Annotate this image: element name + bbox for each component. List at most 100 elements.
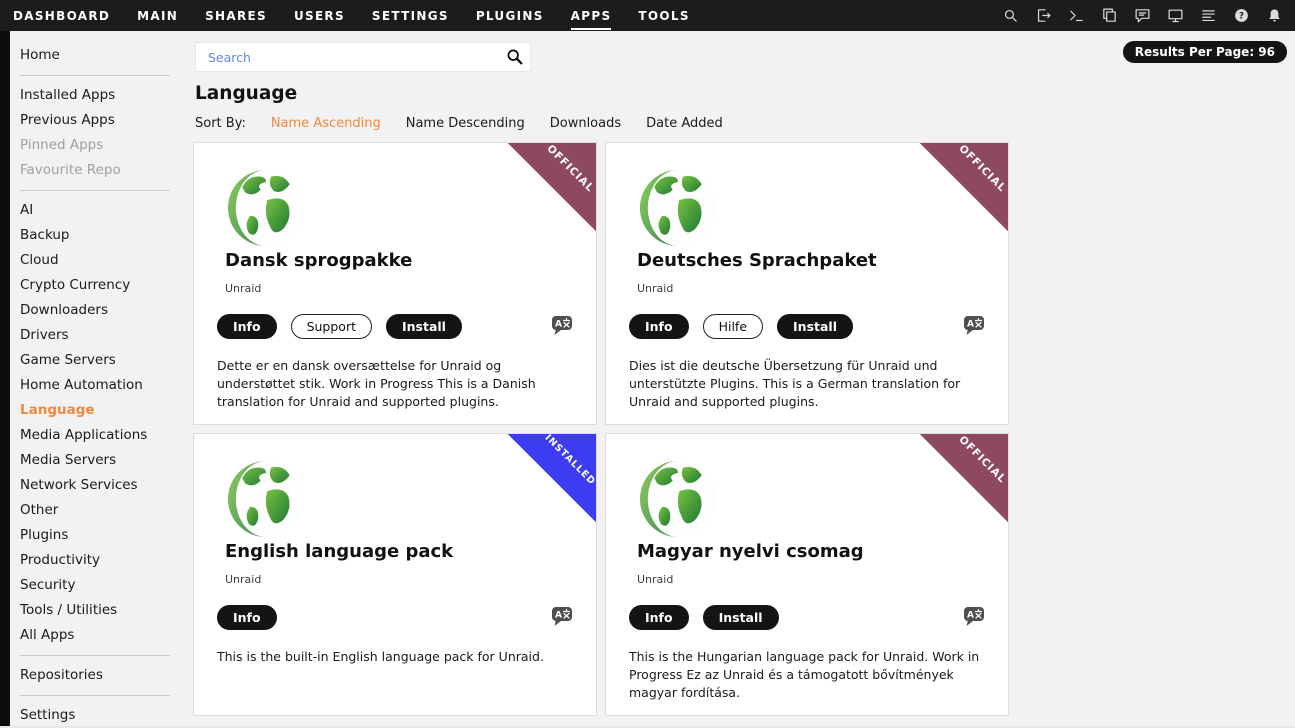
translate-icon[interactable]: A xyxy=(962,604,986,628)
sort-bar: Sort By: Name Ascending Name Descending … xyxy=(195,116,723,131)
nav-menu: DASHBOARD MAIN SHARES USERS SETTINGS PLU… xyxy=(0,1,690,30)
feedback-icon[interactable] xyxy=(1132,5,1153,26)
app-title: English language pack xyxy=(225,541,453,562)
info-button[interactable]: Info xyxy=(217,314,277,339)
info-button[interactable]: Info xyxy=(629,605,689,630)
sidebar-item-home[interactable]: Home xyxy=(10,43,193,68)
sidebar-item-all-apps[interactable]: All Apps xyxy=(10,623,193,648)
svg-text:?: ? xyxy=(1239,11,1244,21)
sidebar-item-home-automation[interactable]: Home Automation xyxy=(10,373,193,398)
terminal-icon[interactable] xyxy=(1066,5,1087,26)
left-edge-strip xyxy=(0,31,10,726)
app-title: Magyar nyelvi csomag xyxy=(637,541,864,562)
svg-text:A: A xyxy=(967,320,974,330)
installed-ribbon: INSTALLED xyxy=(507,433,597,523)
install-button[interactable]: Install xyxy=(703,605,779,630)
app-title: Dansk sprogpakke xyxy=(225,250,412,271)
nav-item-dashboard[interactable]: DASHBOARD xyxy=(13,1,110,30)
translate-icon[interactable]: A xyxy=(962,313,986,337)
app-card-deutsch[interactable]: OFFICIAL Deutsches Sprachpaket Unraid In… xyxy=(605,142,1009,425)
app-card-dansk[interactable]: OFFICIAL Dansk sprogpakke Unraid Info Su… xyxy=(193,142,597,425)
globe-icon xyxy=(224,457,308,541)
support-button[interactable]: Hilfe xyxy=(703,314,763,339)
search-icon[interactable] xyxy=(1000,5,1021,26)
notifications-icon[interactable] xyxy=(1264,5,1285,26)
page-title: Language xyxy=(195,83,297,104)
app-actions: Info Install xyxy=(629,605,779,630)
sidebar-item-network-services[interactable]: Network Services xyxy=(10,473,193,498)
nav-item-shares[interactable]: SHARES xyxy=(205,1,267,30)
official-ribbon: OFFICIAL xyxy=(919,433,1009,523)
sort-by-label: Sort By: xyxy=(195,116,246,131)
app-card-magyar[interactable]: OFFICIAL Magyar nyelvi csomag Unraid Inf… xyxy=(605,433,1009,716)
app-description: This is the Hungarian language pack for … xyxy=(629,648,991,702)
nav-item-users[interactable]: USERS xyxy=(294,1,345,30)
svg-text:A: A xyxy=(555,320,562,330)
install-button[interactable]: Install xyxy=(777,314,853,339)
nav-item-main[interactable]: MAIN xyxy=(137,1,178,30)
app-author: Unraid xyxy=(637,282,673,295)
sidebar-item-previous-apps[interactable]: Previous Apps xyxy=(10,108,193,133)
top-navigation: DASHBOARD MAIN SHARES USERS SETTINGS PLU… xyxy=(0,0,1295,31)
copy-icon[interactable] xyxy=(1099,5,1120,26)
info-button[interactable]: Info xyxy=(629,314,689,339)
search-input[interactable] xyxy=(196,50,500,65)
globe-icon xyxy=(636,166,720,250)
sidebar-item-other[interactable]: Other xyxy=(10,498,193,523)
svg-text:A: A xyxy=(967,611,974,621)
nav-item-plugins[interactable]: PLUGINS xyxy=(476,1,544,30)
support-button[interactable]: Support xyxy=(291,314,372,339)
sort-name-descending[interactable]: Name Descending xyxy=(406,116,525,131)
category-sidebar: Home Installed Apps Previous Apps Pinned… xyxy=(10,31,193,726)
sidebar-item-backup[interactable]: Backup xyxy=(10,223,193,248)
sidebar-item-crypto-currency[interactable]: Crypto Currency xyxy=(10,273,193,298)
results-per-page-badge[interactable]: Results Per Page: 96 xyxy=(1123,41,1287,63)
sidebar-item-media-applications[interactable]: Media Applications xyxy=(10,423,193,448)
app-author: Unraid xyxy=(637,573,673,586)
sort-date-added[interactable]: Date Added xyxy=(646,116,723,131)
sidebar-item-repositories[interactable]: Repositories xyxy=(10,663,193,688)
sidebar-divider xyxy=(20,75,170,76)
nav-item-tools[interactable]: TOOLS xyxy=(638,1,689,30)
app-author: Unraid xyxy=(225,573,261,586)
app-author: Unraid xyxy=(225,282,261,295)
sidebar-item-game-servers[interactable]: Game Servers xyxy=(10,348,193,373)
help-icon[interactable]: ? xyxy=(1231,5,1252,26)
translate-icon[interactable]: A xyxy=(550,313,574,337)
sidebar-item-installed-apps[interactable]: Installed Apps xyxy=(10,83,193,108)
sidebar-item-settings[interactable]: Settings xyxy=(10,703,193,728)
sidebar-item-favourite-repo: Favourite Repo xyxy=(10,158,193,183)
logout-icon[interactable] xyxy=(1033,5,1054,26)
sort-name-ascending[interactable]: Name Ascending xyxy=(271,116,381,131)
sidebar-item-ai[interactable]: AI xyxy=(10,198,193,223)
sidebar-divider xyxy=(20,655,170,656)
sidebar-item-downloaders[interactable]: Downloaders xyxy=(10,298,193,323)
nav-item-apps[interactable]: APPS xyxy=(571,1,612,30)
nav-item-settings[interactable]: SETTINGS xyxy=(372,1,449,30)
sort-downloads[interactable]: Downloads xyxy=(550,116,621,131)
app-actions: Info Hilfe Install xyxy=(629,314,853,339)
sidebar-item-security[interactable]: Security xyxy=(10,573,193,598)
app-card-english[interactable]: INSTALLED English language pack Unraid I… xyxy=(193,433,597,716)
monitor-icon[interactable] xyxy=(1165,5,1186,26)
translate-icon[interactable]: A xyxy=(550,604,574,628)
sidebar-item-drivers[interactable]: Drivers xyxy=(10,323,193,348)
search-submit-icon[interactable] xyxy=(500,43,530,71)
svg-text:A: A xyxy=(555,611,562,621)
main-content: Results Per Page: 96 Language Sort By: N… xyxy=(193,31,1295,726)
search-bar xyxy=(195,42,531,72)
sidebar-divider xyxy=(20,190,170,191)
log-icon[interactable] xyxy=(1198,5,1219,26)
info-button[interactable]: Info xyxy=(217,605,277,630)
sidebar-item-cloud[interactable]: Cloud xyxy=(10,248,193,273)
globe-icon xyxy=(224,166,308,250)
sidebar-item-language[interactable]: Language xyxy=(10,398,193,423)
sidebar-item-tools-utilities[interactable]: Tools / Utilities xyxy=(10,598,193,623)
sidebar-item-pinned-apps: Pinned Apps xyxy=(10,133,193,158)
app-description: Dette er en dansk oversættelse for Unrai… xyxy=(217,357,579,411)
install-button[interactable]: Install xyxy=(386,314,462,339)
sidebar-item-plugins[interactable]: Plugins xyxy=(10,523,193,548)
sidebar-item-media-servers[interactable]: Media Servers xyxy=(10,448,193,473)
official-ribbon: OFFICIAL xyxy=(507,142,597,232)
sidebar-item-productivity[interactable]: Productivity xyxy=(10,548,193,573)
